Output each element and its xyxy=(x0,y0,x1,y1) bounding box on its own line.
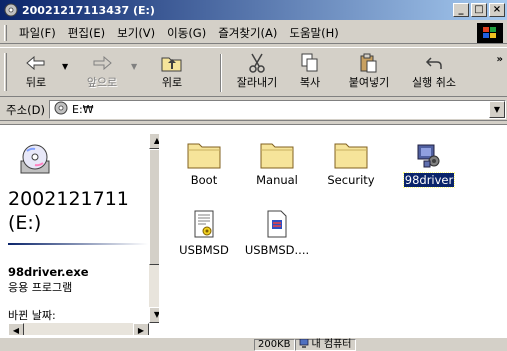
back-button[interactable]: 뒤로 xyxy=(14,52,58,94)
scroll-thumb[interactable] xyxy=(149,149,159,265)
windows-logo-icon xyxy=(477,23,503,43)
selected-file-type: 응용 프로그램 xyxy=(8,281,73,294)
menu-favorites[interactable]: 즐겨찾기(A) xyxy=(212,25,283,41)
clipboard-icon xyxy=(340,52,398,74)
paste-button[interactable]: 붙여넣기 xyxy=(340,52,398,94)
standard-toolbar: 뒤로 ▼ 앞으로 ▼ 위로 잘라내기 복사 붙여넣기 실행 취소 » xyxy=(0,47,507,97)
setup-program-icon xyxy=(389,131,469,169)
status-zone: 내 컴퓨터 xyxy=(294,338,356,351)
title-bar[interactable]: 20021217113437 (E:) _ □ × xyxy=(0,0,507,20)
horizontal-scrollbar[interactable]: ◀ ▶ xyxy=(8,323,149,335)
cut-label: 잘라내기 xyxy=(236,76,278,89)
computer-icon xyxy=(299,338,309,351)
folder-icon xyxy=(164,131,244,169)
copy-button[interactable]: 복사 xyxy=(290,52,330,94)
menu-view[interactable]: 보기(V) xyxy=(111,25,161,41)
menu-bar: 파일(F) 편집(E) 보기(V) 이동(G) 즐겨찾기(A) 도움말(H) xyxy=(0,22,507,44)
menu-edit[interactable]: 편집(E) xyxy=(62,25,111,41)
menu-go[interactable]: 이동(G) xyxy=(161,25,212,41)
selected-file-name: 98driver.exe xyxy=(8,265,89,279)
cd-drive-icon xyxy=(18,143,52,177)
back-label: 뒤로 xyxy=(25,76,47,89)
status-bar: 200KB 내 컴퓨터 xyxy=(0,338,507,351)
modified-date-label: 바뀐 날짜: xyxy=(8,309,56,322)
menu-file[interactable]: 파일(F) xyxy=(13,25,62,41)
toolbar-chevron-icon[interactable]: » xyxy=(497,54,503,65)
file-label: USBMSD.... xyxy=(244,243,310,257)
vertical-scrollbar[interactable]: ▲ ▼ xyxy=(149,133,159,323)
folder-icon xyxy=(237,131,317,169)
drive-name: 2002121711 xyxy=(8,188,129,210)
forward-button[interactable]: 앞으로 xyxy=(78,52,126,94)
file-label: 98driver xyxy=(402,172,456,188)
status-size: 200KB xyxy=(254,339,295,351)
address-input[interactable] xyxy=(72,103,452,116)
setup-info-icon xyxy=(164,201,244,239)
web-view-pane: 2002121711 (E:) 98driver.exe 응용 프로그램 바뀐 … xyxy=(4,129,159,335)
installer-icon xyxy=(237,201,317,239)
file-label: Manual xyxy=(256,173,298,187)
folder-item-manual[interactable]: Manual xyxy=(237,131,317,187)
folder-item-boot[interactable]: Boot xyxy=(164,131,244,187)
minimize-button[interactable]: _ xyxy=(453,3,469,17)
status-spacer xyxy=(0,339,254,351)
divider xyxy=(8,243,148,245)
file-item-usbmsd-inf[interactable]: USBMSD xyxy=(164,201,244,257)
back-arrow-icon xyxy=(14,52,58,74)
back-dropdown-icon[interactable]: ▼ xyxy=(62,62,68,71)
drive-icon xyxy=(4,3,18,17)
forward-arrow-icon xyxy=(78,52,126,74)
cut-button[interactable]: 잘라내기 xyxy=(228,52,286,94)
copy-label: 복사 xyxy=(299,76,321,89)
file-label: Boot xyxy=(190,173,218,187)
status-location: 내 컴퓨터 xyxy=(311,339,352,350)
forward-label: 앞으로 xyxy=(86,76,118,89)
address-field[interactable]: ▼ xyxy=(49,100,506,119)
folder-icon xyxy=(311,131,391,169)
file-item-98driver[interactable]: 98driver xyxy=(389,131,469,188)
undo-label: 실행 취소 xyxy=(412,76,456,89)
address-dropdown-icon[interactable]: ▼ xyxy=(489,101,505,118)
maximize-button[interactable]: □ xyxy=(471,3,487,17)
scroll-up-icon[interactable]: ▲ xyxy=(149,133,159,149)
toolbar-grip[interactable] xyxy=(4,53,7,91)
scroll-left-icon[interactable]: ◀ xyxy=(8,323,24,335)
undo-icon xyxy=(404,52,464,74)
copy-icon xyxy=(290,52,330,74)
menu-help[interactable]: 도움말(H) xyxy=(283,25,344,41)
up-label: 위로 xyxy=(161,76,183,89)
address-label: 주소(D) xyxy=(6,102,45,117)
menu-grip[interactable] xyxy=(4,24,7,41)
scissors-icon xyxy=(228,52,286,74)
scroll-down-icon[interactable]: ▼ xyxy=(149,307,159,323)
up-folder-icon xyxy=(150,52,194,74)
toolbar-separator xyxy=(220,54,222,92)
undo-button[interactable]: 실행 취소 xyxy=(404,52,464,94)
window-title: 20021217113437 (E:) xyxy=(22,3,155,17)
file-label: USBMSD xyxy=(179,243,229,257)
file-label: Security xyxy=(327,173,375,187)
folder-item-security[interactable]: Security xyxy=(311,131,391,187)
paste-label: 붙여넣기 xyxy=(348,76,390,89)
address-bar: 주소(D) ▼ xyxy=(0,99,507,121)
forward-dropdown-icon[interactable]: ▼ xyxy=(131,62,137,71)
drive-letter: (E:) xyxy=(8,212,42,234)
folder-view: 2002121711 (E:) 98driver.exe 응용 프로그램 바뀐 … xyxy=(0,124,507,338)
close-button[interactable]: × xyxy=(489,3,505,17)
address-drive-icon xyxy=(54,101,68,118)
up-button[interactable]: 위로 xyxy=(150,52,194,94)
file-item-usbmsd-setup[interactable]: USBMSD.... xyxy=(237,201,317,257)
scroll-right-icon[interactable]: ▶ xyxy=(133,323,149,335)
